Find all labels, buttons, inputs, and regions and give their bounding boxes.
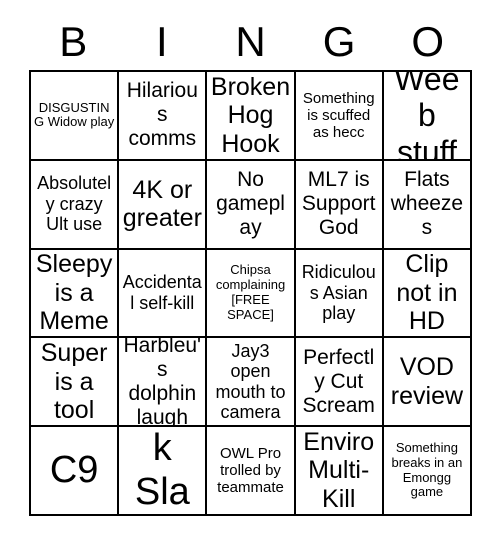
bingo-cell[interactable]: Perfectly Cut Scream [295,338,384,428]
bingo-cell-label: Super is a tool [40,339,108,425]
bingo-cell-label: Weeb stuff [394,72,460,161]
bingo-cell[interactable]: Ridiculous Asian play [295,249,384,339]
bingo-cell-label: Clip not in HD [396,250,458,336]
bingo-cell[interactable]: No gameplay [207,160,296,250]
bingo-cell-label: Ridiculous Asian play [301,262,376,324]
bingo-cell[interactable]: DISGUSTING Widow play [31,72,120,161]
bingo-cell-label: Absolutely crazy Ult use [37,173,112,235]
bingo-cell-label: Harbleu's dolphin laugh [123,338,202,428]
bingo-cell[interactable]: Weeb stuff [383,72,473,161]
bingo-cell[interactable]: Clip not in HD [383,249,473,339]
bingo-row: C9 Desk Slam OWL Pro trolled by teammate En… [31,427,473,516]
bingo-cell-label: Something breaks in an Emongg game [391,439,463,500]
bingo-header-letter-o: O [411,18,444,65]
bingo-cell-label: Jay3 open mouth to camera [215,340,286,423]
bingo-cell-label: No gameplay [216,168,285,240]
bingo-cell-label: Hilarious comms [126,79,198,151]
bingo-cell[interactable]: Flats wheezes [383,160,473,250]
bingo-header-letter-g: G [322,18,356,65]
bingo-cell[interactable]: Desk Slam [119,427,208,516]
bingo-row: Absolutely crazy Ult use 4K or greater No … [31,160,473,250]
bingo-cell[interactable]: Harbleu's dolphin laugh [119,338,208,428]
bingo-header: BINGO [29,14,472,70]
bingo-cell-label: Chipsa complaining [FREE SPACE] [215,262,286,322]
bingo-cell[interactable]: Something is scuffed as hecc [295,72,384,161]
bingo-card: B I N G O DISGUSTING Widow play Hilarious com… [0,0,500,544]
bingo-cell[interactable]: ML7 is Support God [295,160,384,250]
bingo-cell[interactable]: 4K or greater [119,160,208,250]
bingo-cell[interactable]: Something breaks in an Emongg game [383,427,473,516]
bingo-cell[interactable]: Jay3 open mouth to camera [207,338,296,428]
bingo-cell-label: Sleepy is a Meme [35,250,113,336]
bingo-cell-free-space[interactable]: Chipsa complaining [FREE SPACE] [207,249,296,339]
bingo-cell-label: OWL Pro trolled by teammate [217,444,284,497]
bingo-cell-label: Broken Hog Hook [210,72,291,158]
bingo-cell[interactable]: Super is a tool [31,338,120,428]
bingo-cell-label: 4K or greater [122,175,202,233]
bingo-header-letter-i: I [156,18,168,65]
bingo-cell-label: Flats wheezes [390,168,464,240]
bingo-cell[interactable]: Absolutely crazy Ult use [31,160,120,250]
bingo-header-letter-n: N [235,18,266,65]
bingo-cell-label: DISGUSTING Widow play [34,99,115,130]
bingo-cell-label: Perfectly Cut Scream [302,345,375,417]
bingo-row: Sleepy is a Meme Accidental self-kill Chip… [31,249,473,339]
bingo-cell-label: Accidental self-kill [122,272,202,313]
bingo-cell[interactable]: OWL Pro trolled by teammate [207,427,296,516]
bingo-grid: DISGUSTING Widow play Hilarious comms Brok… [29,70,473,516]
bingo-cell[interactable]: Enviro Multi-Kill [295,427,384,516]
bingo-cell[interactable]: Hilarious comms [119,72,208,161]
bingo-cell[interactable]: C9 [31,427,120,516]
bingo-cell[interactable]: Broken Hog Hook [207,72,296,161]
bingo-row: DISGUSTING Widow play Hilarious comms Brok… [31,72,473,161]
bingo-cell[interactable]: Accidental self-kill [119,249,208,339]
bingo-cell[interactable]: Sleepy is a Meme [31,249,120,339]
bingo-cell-label: C9 [49,448,99,491]
bingo-cell-label: Desk Slam [134,427,190,514]
bingo-row: Super is a tool Harbleu's dolphin laugh Ja… [31,338,473,428]
bingo-cell-label: Enviro Multi-Kill [303,427,375,513]
bingo-cell-label: Something is scuffed as hecc [302,89,375,141]
bingo-cell[interactable]: VOD review [383,338,473,428]
bingo-header-letter-b: B [59,18,88,65]
bingo-cell-label: VOD review [390,353,464,410]
bingo-cell-label: ML7 is Support God [301,168,376,240]
